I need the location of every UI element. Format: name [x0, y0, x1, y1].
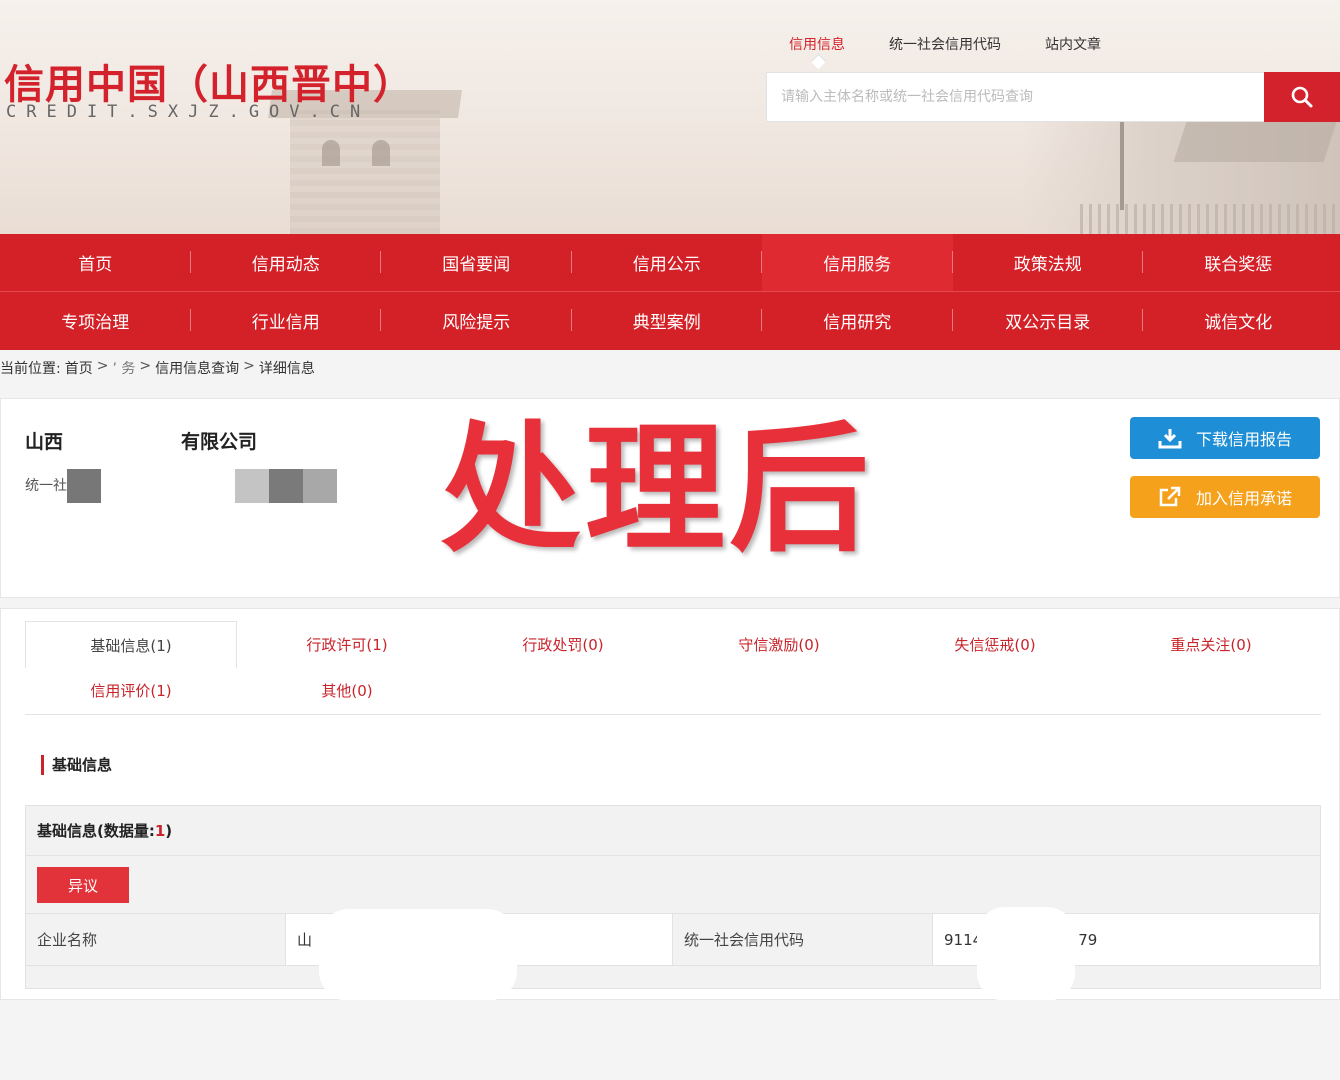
main-nav-row-1: 首页 信用动态 国省要闻 信用公示 信用服务 政策法规 联合奖惩 — [0, 234, 1340, 291]
dispute-row: 异议 — [26, 856, 1320, 914]
tab-admin-penalty[interactable]: 行政处罚(0) — [457, 621, 669, 667]
nav-item-credit-publicity[interactable]: 信用公示 — [572, 234, 763, 291]
site-logo-subtitle: CREDIT.SXJZ.GOV.CN — [6, 102, 371, 122]
dispute-button[interactable]: 异议 — [37, 867, 129, 903]
credit-code-label: 统一社会信用代码 — [673, 914, 932, 965]
enterprise-name-value-start: 山 — [297, 931, 313, 949]
company-name: 山西 有限公司 — [25, 427, 257, 454]
search-type-tabs: 信用信息 统一社会信用代码 站内文章 — [789, 34, 1145, 54]
breadcrumb-home[interactable]: 首页 — [65, 358, 93, 378]
company-summary-card: 山西 有限公司 统一社 处理后 下载信用报告 加入信用承诺 — [0, 398, 1340, 598]
join-commitment-button[interactable]: 加入信用承诺 — [1130, 476, 1320, 518]
main-nav: 首页 信用动态 国省要闻 信用公示 信用服务 政策法规 联合奖惩 专项治理 行业… — [0, 234, 1340, 350]
download-report-button[interactable]: 下载信用报告 — [1130, 417, 1320, 459]
breadcrumb-prefix: 当前位置: — [0, 361, 61, 377]
header-architecture-illustration — [1020, 110, 1340, 234]
breadcrumb-separator: > — [96, 358, 109, 374]
credit-code-label: 统一社 — [25, 478, 67, 494]
search-box — [766, 72, 1264, 122]
nav-item-credit-news[interactable]: 信用动态 — [191, 234, 382, 291]
company-name-end: 有限公司 — [181, 431, 258, 453]
nav-item-dual-publicity[interactable]: 双公示目录 — [953, 292, 1144, 349]
company-name-start: 山西 — [25, 431, 64, 453]
nav-item-joint-rewards[interactable]: 联合奖惩 — [1143, 234, 1334, 291]
search-tab-credit-info[interactable]: 信用信息 — [789, 34, 845, 54]
nav-item-integrity-culture[interactable]: 诚信文化 — [1143, 292, 1334, 349]
breadcrumb-separator: > — [139, 358, 152, 374]
credit-detail-panel: 基础信息(1) 行政许可(1) 行政处罚(0) 守信激励(0) 失信惩戒(0) … — [0, 608, 1340, 1001]
company-credit-code: 统一社 — [25, 475, 67, 495]
tab-key-attention[interactable]: 重点关注(0) — [1105, 621, 1317, 667]
nav-item-special-governance[interactable]: 专项治理 — [0, 292, 191, 349]
table-row: 企业名称 山 统一社会信用代码 9114 79 — [26, 914, 1320, 966]
download-report-label: 下载信用报告 — [1195, 430, 1292, 449]
breadcrumb-credit-service[interactable]: ’ 务 — [112, 358, 135, 378]
nav-item-home[interactable]: 首页 — [0, 234, 191, 291]
nav-item-credit-research[interactable]: 信用研究 — [762, 292, 953, 349]
nav-item-policies[interactable]: 政策法规 — [953, 234, 1144, 291]
tab-dishonesty-penalty[interactable]: 失信惩戒(0) — [889, 621, 1101, 667]
basic-info-title-close: ) — [165, 821, 173, 840]
basic-info-block: 基础信息(数据量: 1) 异议 企业名称 山 统一社会信用代码 9114 79 — [25, 805, 1321, 989]
join-commitment-label: 加入信用承诺 — [1195, 489, 1292, 508]
site-header: 信用中国（山西晋中） CREDIT.SXJZ.GOV.CN 信用信息 统一社会信… — [0, 0, 1340, 234]
tab-admin-license[interactable]: 行政许可(1) — [241, 621, 453, 667]
search-tab-credit-code[interactable]: 统一社会信用代码 — [889, 34, 1001, 54]
search-button[interactable] — [1264, 72, 1340, 122]
tab-basic-info[interactable]: 基础信息(1) — [25, 621, 237, 669]
basic-info-count: 1 — [154, 821, 166, 840]
search-tab-site-articles[interactable]: 站内文章 — [1045, 34, 1101, 54]
nav-item-risk-alerts[interactable]: 风险提示 — [381, 292, 572, 349]
section-title: 基础信息 — [41, 755, 112, 775]
redaction-mosaic — [67, 469, 101, 503]
breadcrumb-current: 详细信息 — [258, 361, 315, 377]
tab-other[interactable]: 其他(0) — [241, 667, 453, 713]
nav-item-national-news[interactable]: 国省要闻 — [381, 234, 572, 291]
credit-code-value-end: 79 — [1078, 930, 1098, 949]
credit-category-tabs: 基础信息(1) 行政许可(1) 行政处罚(0) 守信激励(0) 失信惩戒(0) … — [25, 621, 1321, 715]
search-input[interactable] — [767, 73, 1264, 121]
breadcrumb-credit-query[interactable]: 信用信息查询 — [155, 358, 239, 378]
nav-item-industry-credit[interactable]: 行业信用 — [191, 292, 382, 349]
download-icon — [1158, 429, 1182, 449]
breadcrumb-separator: > — [243, 358, 255, 374]
table-row-empty — [26, 966, 1320, 988]
breadcrumb: 当前位置: 首页 > ’ 务 > 信用信息查询 > 详细信息 — [0, 358, 315, 378]
external-link-icon — [1159, 486, 1181, 507]
redaction-patch — [319, 909, 517, 1001]
enterprise-name-label: 企业名称 — [26, 914, 285, 965]
basic-info-header: 基础信息(数据量: 1) — [26, 806, 1320, 856]
search-icon — [1291, 86, 1313, 108]
nav-item-credit-service[interactable]: 信用服务 — [762, 234, 953, 291]
main-nav-row-2: 专项治理 行业信用 风险提示 典型案例 信用研究 双公示目录 诚信文化 — [0, 291, 1340, 348]
page-bottom — [0, 1000, 1340, 1080]
redaction-mosaic — [235, 469, 337, 503]
redaction-patch — [977, 907, 1075, 1001]
processed-watermark: 处理后 — [441, 409, 874, 572]
basic-info-title: 基础信息(数据量: — [37, 822, 155, 840]
nav-item-typical-cases[interactable]: 典型案例 — [572, 292, 763, 349]
tab-trust-incentive[interactable]: 守信激励(0) — [673, 621, 885, 667]
tab-credit-evaluation[interactable]: 信用评价(1) — [25, 667, 237, 713]
